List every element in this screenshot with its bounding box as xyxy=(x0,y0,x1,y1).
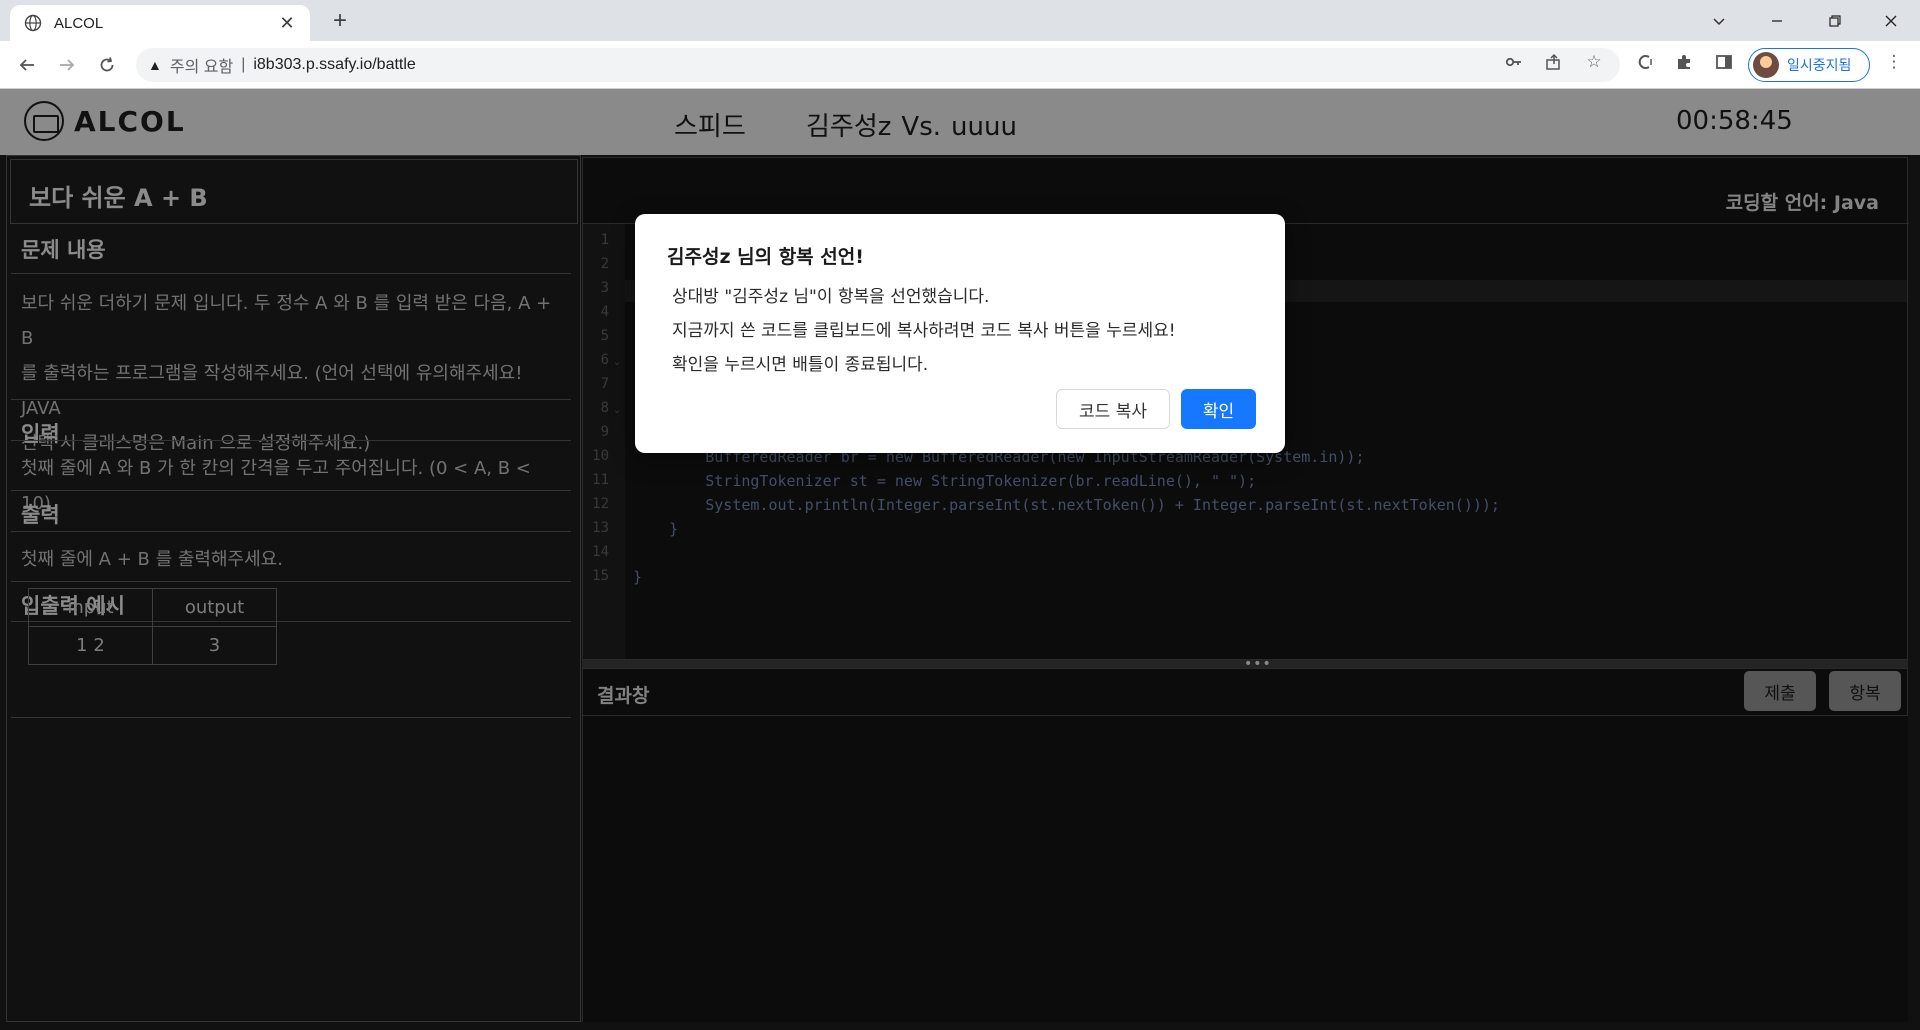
battle-mode-label: 스피드 xyxy=(674,112,746,142)
matchup-label: 김주성z Vs. uuuu xyxy=(806,106,1017,143)
dialog-message-line: 상대방 "김주성z 님"이 항복을 선언했습니다. xyxy=(672,287,990,307)
bookmark-star-icon[interactable]: ☆ xyxy=(1580,48,1608,76)
warning-triangle-icon: ▲ xyxy=(148,57,162,73)
logo-mark-icon xyxy=(24,101,64,141)
extension-c-icon[interactable] xyxy=(1632,48,1660,76)
globe-icon xyxy=(22,12,44,34)
logo-text: ALCOL xyxy=(74,104,186,138)
tab-search-chevron-icon[interactable] xyxy=(1690,0,1748,41)
browser-tabstrip: ALCOL ✕ + xyxy=(0,0,1920,41)
minimize-button[interactable] xyxy=(1748,0,1806,41)
back-arrow-icon[interactable] xyxy=(13,51,41,79)
url-text[interactable]: i8b303.p.ssafy.io/battle xyxy=(253,56,415,74)
surrender-dialog: 김주성z 님의 항복 선언! 상대방 "김주성z 님"이 항복을 선언했습니다.… xyxy=(635,214,1285,453)
browser-toolbar: ▲ 주의 요함 | i8b303.p.ssafy.io/battle ☆ 일시중… xyxy=(0,41,1920,89)
dialog-message-line: 확인을 누르시면 배틀이 종료됩니다. xyxy=(672,355,929,375)
address-separator: | xyxy=(241,56,246,73)
tab-close-icon[interactable]: ✕ xyxy=(276,13,298,34)
security-warning-label: 주의 요함 xyxy=(169,59,234,76)
new-tab-button[interactable]: + xyxy=(326,7,354,35)
tab-title: ALCOL xyxy=(54,14,104,32)
profile-status-label: 일시중지됨 xyxy=(1787,58,1852,74)
share-icon[interactable] xyxy=(1540,48,1568,76)
side-panel-icon[interactable] xyxy=(1710,48,1738,76)
player2-name: uuuu xyxy=(951,112,1017,142)
restore-button[interactable] xyxy=(1806,0,1864,41)
key-icon[interactable] xyxy=(1500,48,1528,76)
forward-arrow-icon[interactable] xyxy=(53,51,81,79)
player1-name: 김주성z xyxy=(806,112,892,142)
browser-tab[interactable]: ALCOL ✕ xyxy=(10,5,310,41)
copy-code-button[interactable]: 코드 복사 xyxy=(1056,389,1170,429)
alcol-logo[interactable]: ALCOL xyxy=(24,101,186,141)
vs-label: Vs. xyxy=(901,112,942,142)
dialog-message-line: 지금까지 쓴 코드를 클립보드에 복사하려면 코드 복사 버튼을 누르세요! xyxy=(672,321,1176,341)
reload-icon[interactable] xyxy=(93,51,121,79)
profile-chip[interactable]: 일시중지됨 xyxy=(1748,48,1870,82)
dialog-title: 김주성z 님의 항복 선언! xyxy=(667,246,864,268)
puzzle-extensions-icon[interactable] xyxy=(1670,48,1698,76)
app-header: ALCOL 스피드 김주성z Vs. uuuu 00:58:45 xyxy=(0,89,1920,155)
more-vert-icon[interactable]: ⋮ xyxy=(1880,48,1908,76)
battle-timer: 00:58:45 xyxy=(1676,106,1793,136)
close-window-button[interactable] xyxy=(1862,0,1920,41)
avatar xyxy=(1753,52,1779,78)
address-bar[interactable]: ▲ 주의 요함 | i8b303.p.ssafy.io/battle xyxy=(136,48,1620,82)
confirm-button[interactable]: 확인 xyxy=(1181,389,1256,429)
